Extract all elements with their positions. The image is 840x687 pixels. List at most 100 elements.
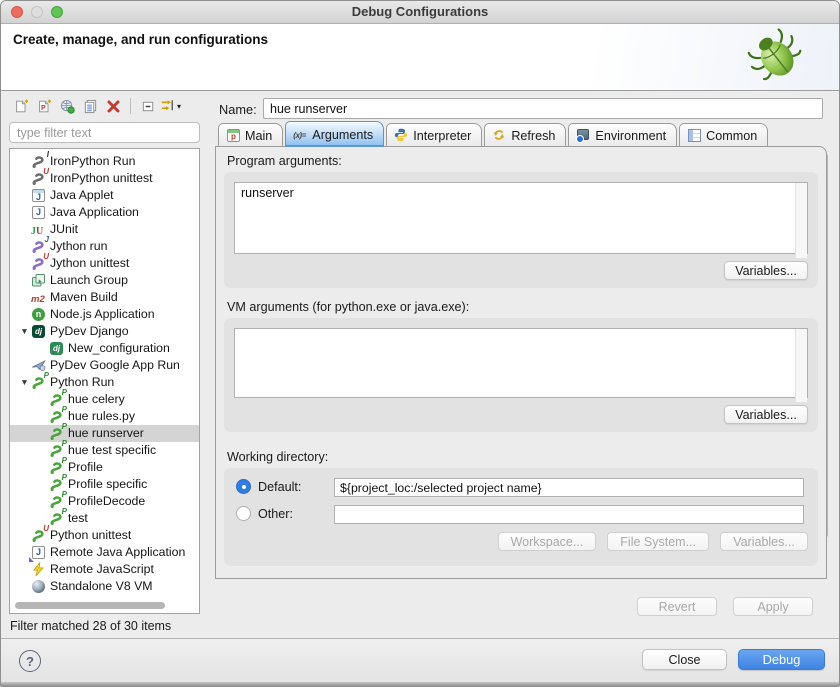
filter-input[interactable] [9,122,200,143]
tree-item-remote-javascript[interactable]: Remote JavaScript [10,561,199,578]
tree-item-hue-runserver[interactable]: Phue runserver [10,425,199,442]
program-arguments-label: Program arguments: [227,154,342,168]
django-icon: dj [31,324,46,339]
arguments-icon: (x)= [293,127,308,142]
vm-arguments-variables-button[interactable]: Variables... [724,405,808,424]
tree-item-maven-build[interactable]: m2Maven Build [10,289,199,306]
other-directory-input[interactable] [334,505,804,524]
dialog-header: Create, manage, and run configurations [1,24,839,91]
filter-launch-configurations-button[interactable]: ▾ [161,97,181,116]
tree-item-hue-rules-py[interactable]: Phue rules.py [10,408,199,425]
tree-item-test[interactable]: Ptest [10,510,199,527]
tree-item-junit[interactable]: JUJUnit [10,221,199,238]
tree-item-hue-test-specific[interactable]: Phue test specific [10,442,199,459]
arguments-tab-panel: Program arguments: runserver Variables..… [215,146,827,579]
tab-common[interactable]: Common [679,123,768,147]
workspace-button[interactable]: Workspace... [498,532,597,551]
export-launch-configurations-button[interactable] [57,97,77,116]
tree-horizontal-scrollbar[interactable] [15,602,165,609]
tab-arguments[interactable]: (x)=Arguments [285,121,384,147]
revert-button[interactable]: Revert [637,597,717,616]
tab-main[interactable]: pMain [218,123,283,147]
django-config-icon: dj [49,341,64,356]
close-button[interactable]: Close [642,649,727,670]
tree-item-label: hue rules.py [68,408,135,425]
tree-item-python-run[interactable]: ▼PPython Run [10,374,199,391]
java-application-icon: J [31,205,46,220]
tree-item-ironpython-unittest[interactable]: U IronPython unittest [10,170,199,187]
vm-arguments-textarea[interactable] [234,328,808,398]
tree-item-ironpython-run[interactable]: IIronPython Run [10,153,199,170]
tree-item-label: Maven Build [50,289,118,306]
main-tab-icon: p [226,128,241,143]
tree-item-profiledecode[interactable]: PProfileDecode [10,493,199,510]
tree-item-label: Launch Group [50,272,128,289]
tree-item-java-application[interactable]: JJava Application [10,204,199,221]
vm-arguments-group: Variables... [224,318,818,432]
expanded-arrow-icon[interactable]: ▼ [18,374,31,391]
tree-item-label: Python unittest [50,527,131,544]
java-applet-icon: J [31,188,46,203]
dialog-button-bar: ? Close Debug [1,639,839,686]
tree-item-label: IronPython unittest [50,170,153,187]
file-system-button[interactable]: File System... [607,532,709,551]
tree-item-label: Node.js Application [50,306,155,323]
duplicate-launch-configuration-button[interactable] [80,97,100,116]
new-launch-prototype-button[interactable]: P [34,97,54,116]
tree-item-node-js-application[interactable]: nNode.js Application [10,306,199,323]
new-config-icon [14,99,29,114]
tab-label: Interpreter [413,129,471,143]
tree-item-label: Remote Java Application [50,544,185,561]
tab-interpreter[interactable]: Interpreter [386,123,482,147]
program-arguments-textarea[interactable]: runserver [234,182,808,254]
refresh-icon [492,128,507,143]
tree-item-java-applet[interactable]: JJava Applet [10,187,199,204]
tree-item-standalone-v8-vm[interactable]: Standalone V8 VM [10,578,199,595]
debug-button[interactable]: Debug [738,649,825,670]
tab-refresh[interactable]: Refresh [484,123,566,147]
new-launch-configuration-button[interactable] [11,97,31,116]
tree-item-label: New_configuration [68,340,170,357]
name-input[interactable] [263,98,823,119]
apply-button[interactable]: Apply [733,597,813,616]
remote-java-icon: J [31,545,46,560]
default-directory-input[interactable] [334,478,804,497]
python-unittest-icon: U [31,528,46,543]
launch-group-icon [31,273,46,288]
working-directory-label: Working directory: [227,450,328,464]
configurations-toolbar: P▾ [11,96,181,116]
expanded-arrow-icon[interactable]: ▼ [18,323,31,340]
tree-item-profile-specific[interactable]: PProfile specific [10,476,199,493]
tab-bar: pMain(x)=Arguments Interpreter RefreshEnvi… [215,122,768,147]
debug-bug-icon [745,26,807,88]
tree-item-hue-celery[interactable]: Phue celery [10,391,199,408]
tree-item-label: JUnit [50,221,78,238]
delete-launch-configuration-button[interactable] [103,97,123,116]
python-run-icon: P [49,511,64,526]
tree-item-profile[interactable]: PProfile [10,459,199,476]
program-arguments-variables-button[interactable]: Variables... [724,261,808,280]
tree-item-new-configuration[interactable]: dj New_configuration [10,340,199,357]
tab-environment[interactable]: Environment [568,123,677,147]
tree-item-label: test [68,510,88,527]
collapse-all-button[interactable] [138,97,158,116]
default-radio[interactable] [236,479,251,494]
tree-item-remote-java-application[interactable]: J Remote Java Application [10,544,199,561]
working-directory-group: Default: Other: Workspace...File System.… [224,468,818,566]
tree-item-pydev-google-app-run[interactable]: PyDev Google App Run [10,357,199,374]
tree-item-pydev-django[interactable]: ▼djPyDev Django [10,323,199,340]
program-arguments-scrollbar[interactable] [795,183,807,258]
vm-arguments-scrollbar[interactable] [795,329,807,402]
tree-item-python-unittest[interactable]: U Python unittest [10,527,199,544]
other-radio[interactable] [236,506,251,521]
help-button[interactable]: ? [19,650,41,672]
tree-item-label: Profile [68,459,103,476]
title-bar: Debug Configurations [1,1,839,24]
debug-configurations-dialog: Debug Configurations Create, manage, and… [0,0,840,687]
tree-item-jython-run[interactable]: JJython run [10,238,199,255]
variables-button[interactable]: Variables... [720,532,808,551]
environment-icon [576,128,591,143]
ironpython-unittest-icon: U [31,171,46,186]
tree-item-jython-unittest[interactable]: UJython unittest [10,255,199,272]
tree-item-launch-group[interactable]: Launch Group [10,272,199,289]
